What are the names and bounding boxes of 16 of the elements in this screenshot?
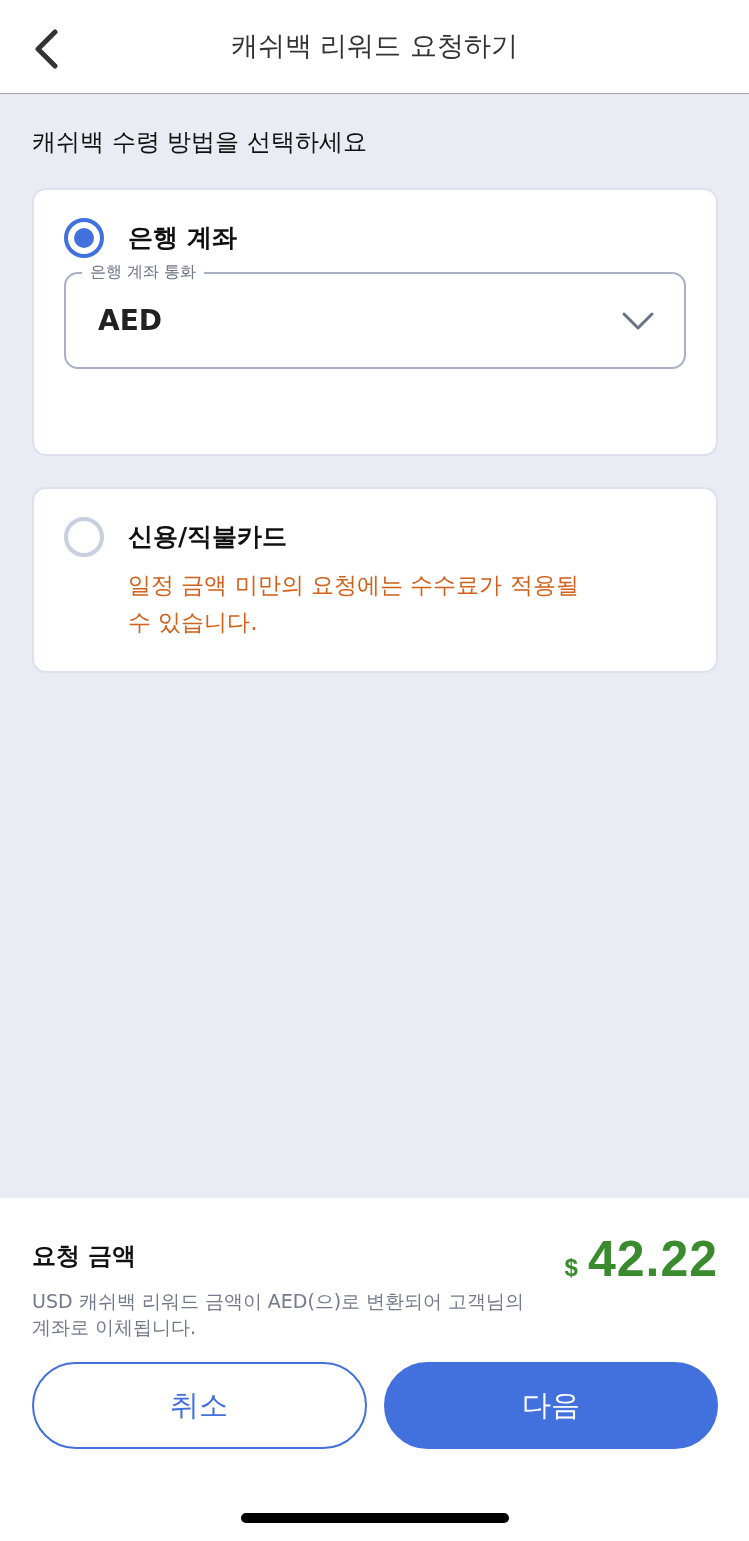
screen-title: 캐쉬백 리워드 요청하기 <box>230 30 519 63</box>
chevron-down-icon <box>622 311 654 330</box>
option-label[interactable]: 은행 계좌 <box>128 219 237 257</box>
amount-label: 요청 금액 <box>32 1241 137 1272</box>
currency-symbol: $ <box>564 1253 578 1283</box>
next-button[interactable]: 다음 <box>383 1362 718 1449</box>
chevron-left-icon <box>33 29 59 69</box>
option-label[interactable]: 신용/직불카드 <box>128 518 288 556</box>
conversion-note: USD 캐쉬백 리워드 금액이 AED(으)로 변환되어 고객님의 계좌로 이체됩니다. <box>32 1289 526 1340</box>
amount-value: 42.22 <box>587 1234 718 1284</box>
cancel-button[interactable]: 취소 <box>32 1362 367 1449</box>
fee-warning-text: 일정 금액 미만의 요청에는 수수료가 적용될 수 있습니다. <box>128 571 580 637</box>
radio-button[interactable] <box>64 218 104 258</box>
select-value: AED <box>98 302 163 339</box>
section-heading: 캐쉬백 수령 방법을 선택하세요 <box>32 127 368 158</box>
floating-label: 은행 계좌 통화 <box>82 262 205 282</box>
